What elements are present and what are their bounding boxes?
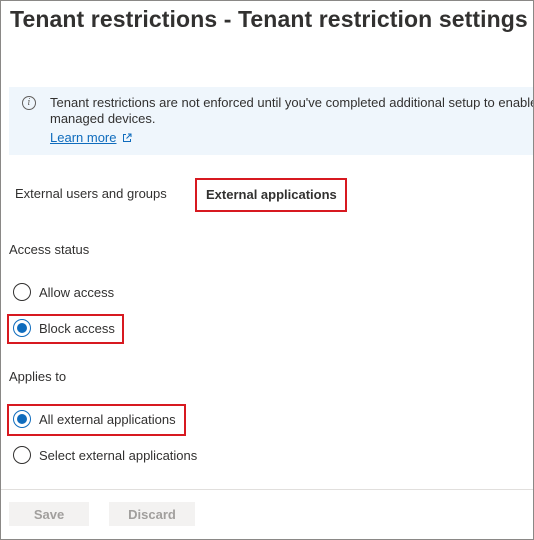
footer-divider xyxy=(1,489,533,490)
block-access-highlight-box xyxy=(7,314,124,344)
learn-more-link[interactable]: Learn more xyxy=(50,130,132,146)
radio-allow-access-circle[interactable] xyxy=(13,283,31,301)
radio-select-external-applications[interactable]: Select external applications xyxy=(13,446,197,464)
radio-select-external-applications-label: Select external applications xyxy=(39,447,198,463)
info-banner-line-2: managed devices. xyxy=(50,111,156,126)
applies-to-label: Applies to xyxy=(9,369,67,384)
info-icon: i xyxy=(22,96,36,110)
page-title: Tenant restrictions - Tenant restriction… xyxy=(10,6,528,32)
learn-more-label: Learn more xyxy=(50,130,117,145)
settings-page: Tenant restrictions - Tenant restriction… xyxy=(0,0,534,540)
info-banner-text: Tenant restrictions are not enforced unt… xyxy=(50,95,534,127)
info-banner-line-1: Tenant restrictions are not enforced unt… xyxy=(50,95,534,110)
info-banner: i Tenant restrictions are not enforced u… xyxy=(9,87,534,155)
external-link-icon xyxy=(122,131,132,146)
tab-external-users-and-groups[interactable]: External users and groups xyxy=(15,186,167,201)
all-external-applications-highlight-box xyxy=(7,404,186,436)
radio-select-external-applications-circle[interactable] xyxy=(13,446,31,464)
tab-highlight-box xyxy=(195,178,347,212)
discard-button[interactable]: Discard xyxy=(109,502,195,526)
radio-allow-access[interactable]: Allow access xyxy=(13,283,114,301)
save-button[interactable]: Save xyxy=(9,502,89,526)
radio-allow-access-label: Allow access xyxy=(39,284,115,300)
access-status-label: Access status xyxy=(9,242,90,257)
